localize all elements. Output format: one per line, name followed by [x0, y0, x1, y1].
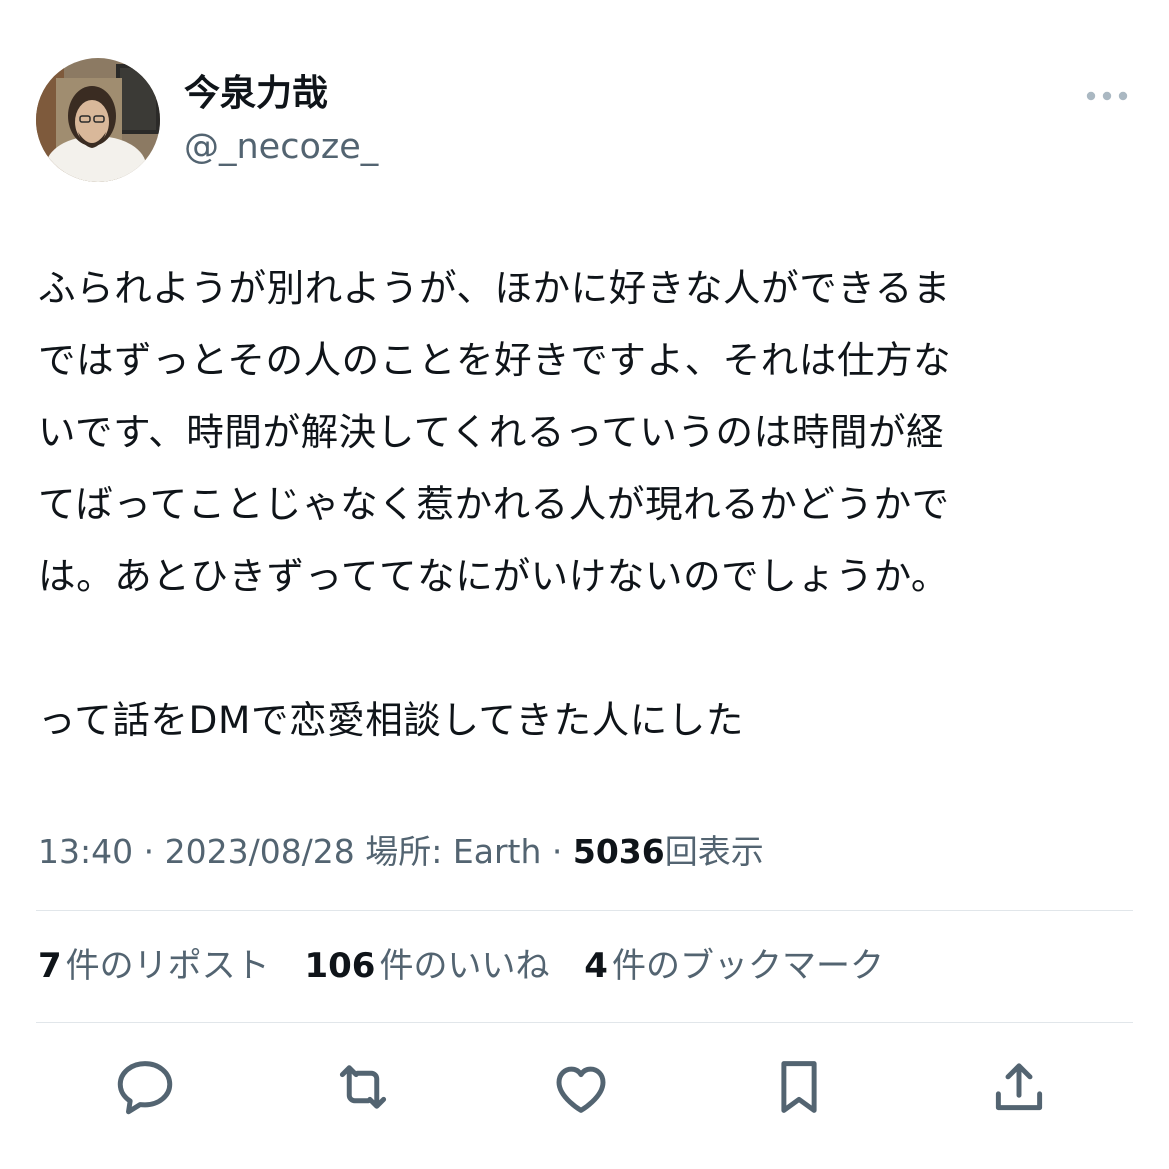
views-label: 回表示 [664, 832, 764, 871]
views-count: 5036 [572, 832, 665, 871]
avatar-image [36, 58, 160, 182]
reposts-count: 7 [38, 946, 62, 986]
repost-button[interactable] [328, 1052, 398, 1122]
engagement-stats: 7 件のリポスト 106 件のいいね 4 件のブックマーク [38, 940, 908, 992]
tweet-line: ではずっとその人のことを好きですよ、それは仕方な [38, 338, 952, 382]
bookmarks-label: 件のブックマーク [611, 946, 884, 986]
likes-count: 106 [304, 946, 376, 986]
tweet-meta: 13:40 · 2023/08/28 場所: Earth · 5036回表示 [38, 826, 764, 878]
likes-stat[interactable]: 106 件のいいね [304, 946, 549, 986]
like-button[interactable] [546, 1052, 616, 1122]
tweet-text: ふられようが別れようが、ほかに好きな人ができるま ではずっとその人のことを好きで… [38, 252, 1118, 756]
meta-separator: · [133, 832, 165, 871]
meta-separator: · [541, 832, 573, 871]
tweet-line: ふられようが別れようが、ほかに好きな人ができるま [38, 266, 951, 310]
reply-button[interactable] [110, 1052, 180, 1122]
bookmark-button[interactable] [764, 1052, 834, 1122]
divider [36, 910, 1133, 911]
likes-label: 件のいいね [379, 946, 550, 986]
divider [36, 1022, 1133, 1023]
more-options-button[interactable] [1082, 80, 1132, 112]
reply-icon [117, 1061, 173, 1115]
display-name[interactable]: 今泉力哉 [184, 70, 328, 118]
tweet-line: てばってことじゃなく惹かれる人が現れるかどうかで [38, 482, 950, 526]
tweet-date[interactable]: 2023/08/28 [165, 832, 355, 871]
reposts-stat[interactable]: 7 件のリポスト [38, 946, 270, 986]
tweet-paragraph-gap [38, 612, 1118, 684]
user-handle[interactable]: @_necoze_ [184, 124, 378, 170]
bookmarks-stat[interactable]: 4 件のブックマーク [584, 946, 884, 986]
tweet-location[interactable]: 場所: Earth [355, 832, 541, 871]
more-horizontal-icon [1086, 91, 1128, 101]
avatar[interactable] [36, 58, 160, 182]
heart-icon [556, 1066, 606, 1113]
share-icon [995, 1063, 1043, 1111]
tweet-line: は。あとひきずっててなにがいけないのでしょうか。 [38, 554, 950, 598]
share-button[interactable] [984, 1052, 1054, 1122]
bookmark-icon [781, 1061, 817, 1113]
tweet-time[interactable]: 13:40 [38, 832, 133, 871]
reposts-label: 件のリポスト [65, 946, 270, 986]
tweet-line: って話をDMで恋愛相談してきた人にした [38, 698, 745, 742]
tweet-line: いです、時間が解決してくれるっていうのは時間が経 [38, 410, 945, 454]
repost-icon [339, 1065, 387, 1109]
bookmarks-count: 4 [584, 946, 608, 986]
